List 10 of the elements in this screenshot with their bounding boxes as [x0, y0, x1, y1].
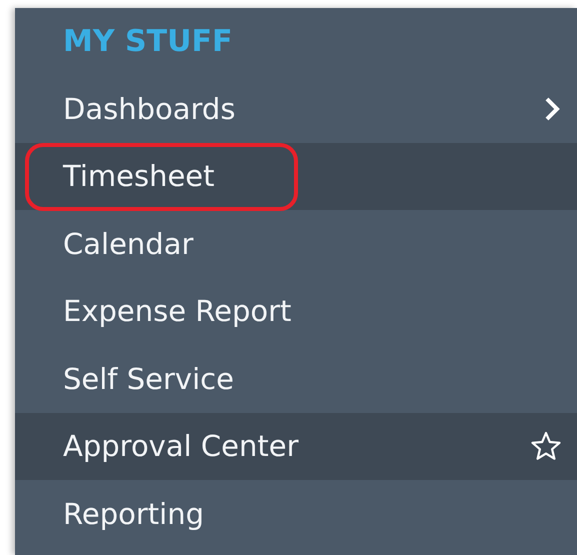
menu-item[interactable]: Expense Report: [15, 278, 577, 345]
star-icon: [531, 431, 561, 462]
menu-item[interactable]: Self Service: [15, 345, 577, 412]
menu-item[interactable]: Reporting: [15, 480, 577, 548]
menu-item[interactable]: Timesheet: [15, 142, 577, 210]
chevron-right-icon: [543, 96, 561, 122]
menu-item[interactable]: Dashboards: [15, 75, 577, 142]
section-heading: MY STUFF: [62, 23, 234, 61]
menu-item[interactable]: Approval Center: [15, 412, 577, 480]
menu-item[interactable]: Calendar: [15, 210, 577, 278]
